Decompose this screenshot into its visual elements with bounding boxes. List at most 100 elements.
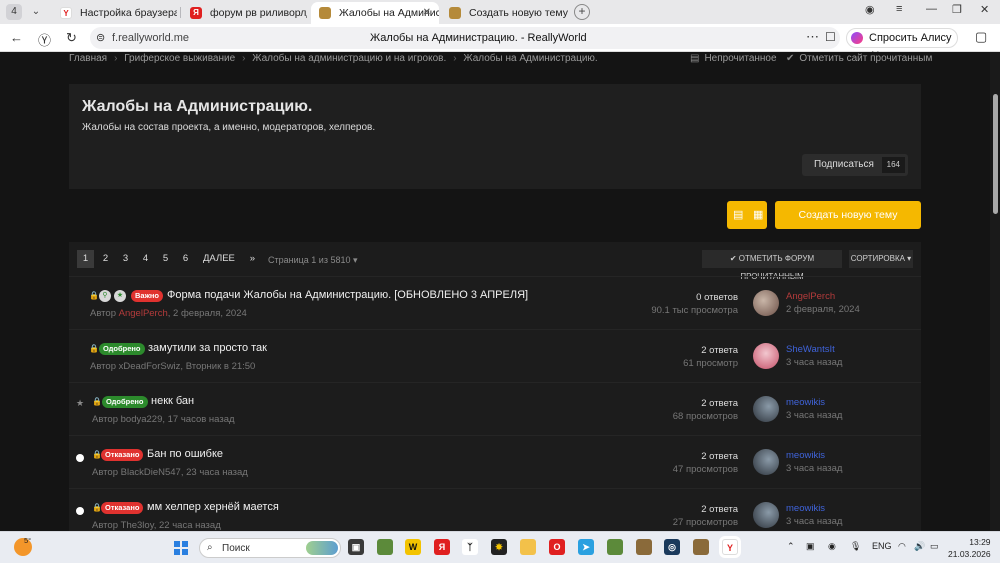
app-icon[interactable]: ✸ [491,539,507,555]
status-badge: Одобрено [102,396,148,408]
topic-title[interactable]: некк бан [151,395,194,407]
unread-link[interactable]: ▤ Непрочитанное [690,53,777,64]
sort-button[interactable]: СОРТИРОВКА ▾ [849,250,913,268]
create-topic-button[interactable]: Создать новую тему [775,201,921,229]
last-poster[interactable]: AngelPerch [786,291,835,302]
app-icon[interactable]: ᛉ [462,539,478,555]
new-tab-button[interactable]: + [574,4,590,20]
author-link[interactable]: BlackDieN547 [121,467,181,478]
app-icon[interactable]: W [405,539,421,555]
mark-forum-read-button[interactable]: ✔ ОТМЕТИТЬ ФОРУМ ПРОЧИТАННЫМ [702,250,842,281]
next-page-button[interactable]: ДАЛЕЕ [197,250,241,268]
topic-row[interactable]: ★ 🔒 Одобрено некк бан Автор bodya229, 17… [69,382,921,435]
last-page-button[interactable]: » [244,250,261,268]
last-poster[interactable]: meowikis [786,450,825,461]
opera-icon[interactable]: O [549,539,565,555]
clock[interactable]: 13:29 21.03.2026 [948,536,991,560]
page-4[interactable]: 4 [137,250,154,268]
page-1[interactable]: 1 [77,250,94,268]
topic-row[interactable]: 🔒 Отказано мм хелпер хернёй мается Автор… [69,488,921,531]
reload-icon[interactable]: ↻ [66,30,77,46]
subscribe-button[interactable]: Подписаться 164 [802,154,908,176]
last-poster[interactable]: meowikis [786,503,825,514]
page-6[interactable]: 6 [177,250,194,268]
ask-alisa-button[interactable]: Спросить Алису AI [846,28,958,62]
more-options-icon[interactable]: ⋯ [806,29,819,45]
scrollbar-thumb[interactable] [993,94,998,214]
bookmark-icon[interactable]: ☐ [825,30,836,44]
author-link[interactable]: bodya229 [121,414,163,425]
last-poster[interactable]: meowikis [786,397,825,408]
tray-app-icon[interactable]: ▣ [806,541,815,552]
avatar[interactable] [753,396,779,422]
topic-title[interactable]: мм хелпер хернёй мается [147,501,279,513]
unread-dot-icon[interactable] [76,507,84,515]
author-link[interactable]: AngelPerch [119,308,168,319]
author-link[interactable]: The3loy [121,520,154,531]
forum-header: Жалобы на Администрацию. Жалобы на соста… [69,84,921,189]
topic-row[interactable]: 🔒 Одобрено замутили за просто так Автор … [69,329,921,382]
minecraft-icon[interactable] [607,539,623,555]
topic-title[interactable]: Форма подачи Жалобы на Администрацию. [О… [167,289,528,301]
app-icon[interactable] [636,539,652,555]
topic-row[interactable]: 🔒 ⚲ ★ Важно Форма подачи Жалобы на Админ… [69,276,921,329]
last-poster[interactable]: SheWantsIt [786,344,835,355]
volume-icon[interactable]: 🔊 [914,541,925,552]
microphone-icon[interactable]: 🎙 [850,541,861,552]
tab-yandex-search[interactable]: Я форум рв риливорлд — Я [182,2,307,24]
avatar[interactable] [753,449,779,475]
topic-title[interactable]: Бан по ошибке [147,448,223,460]
breadcrumb-current[interactable]: Жалобы на Администрацию. [463,53,597,64]
task-view-icon[interactable]: ▣ [348,539,364,555]
language-indicator[interactable]: ENG [872,541,892,551]
sidebar-icon[interactable]: ▢ [975,29,987,45]
page-5[interactable]: 5 [157,250,174,268]
restore-icon[interactable]: ❐ [952,3,962,16]
yandex-profile-icon[interactable]: Ⓨ [38,30,51,49]
file-explorer-icon[interactable] [520,539,536,555]
tab-create-topic[interactable]: Создать новую тему - Rea [441,2,569,24]
page-2[interactable]: 2 [97,250,114,268]
avatar[interactable] [753,290,779,316]
site-info-icon[interactable]: ⊜ [96,31,105,44]
back-arrow-icon[interactable]: ← [10,30,23,45]
table-view-icon[interactable]: ▦ [753,208,763,221]
breadcrumb-home[interactable]: Главная [69,53,107,64]
chevron-right-icon: › [242,53,246,64]
yandex-icon[interactable]: Я [434,539,450,555]
profile-icon[interactable]: ◉ [865,3,875,16]
yandex-browser-icon[interactable]: Y [722,539,738,555]
chevron-down-icon[interactable]: ⌄ [28,4,44,20]
tray-app-icon[interactable]: ◉ [828,541,836,552]
tab-complaints-active[interactable]: Жалобы на Администра ✕ [311,2,439,24]
close-icon[interactable]: ✕ [423,7,431,18]
author-link[interactable]: xDeadForSwiz [119,361,181,372]
mark-site-read-link[interactable]: ✔ Отметить сайт прочитанным [786,53,932,64]
close-window-icon[interactable]: ✕ [980,3,989,16]
chevron-up-icon[interactable]: ⌃ [787,541,795,552]
breadcrumb-complaints[interactable]: Жалобы на администрацию и на игроков. [252,53,446,64]
unread-dot-icon[interactable] [76,454,84,462]
list-view-icon[interactable]: ▤ [733,208,743,221]
avatar[interactable] [753,502,779,528]
page-3[interactable]: 3 [117,250,134,268]
battery-icon[interactable]: ▭ [930,541,939,552]
wifi-icon[interactable]: ◠ [898,541,906,552]
windows-start-icon[interactable] [174,541,188,555]
bookmarks-icon[interactable]: ≡ [896,3,902,15]
minecraft-icon[interactable] [377,539,393,555]
tab-counter[interactable]: 4 [6,4,22,20]
minimize-icon[interactable]: — [926,3,937,15]
page-info-dropdown[interactable]: Страница 1 из 5810 ▾ [268,255,358,266]
tab-browser-settings[interactable]: Y Настройка браузера [52,2,177,24]
breadcrumb-griefer[interactable]: Гриферское выживание [124,53,235,64]
steam-icon[interactable]: ◎ [664,539,680,555]
app-icon[interactable] [693,539,709,555]
telegram-icon[interactable]: ➤ [578,539,594,555]
topic-row[interactable]: 🔒 Отказано Бан по ошибке Автор BlackDieN… [69,435,921,488]
star-icon[interactable]: ★ [76,398,84,409]
taskbar-search[interactable]: ⌕ Поиск [199,538,341,558]
avatar[interactable] [753,343,779,369]
topic-title[interactable]: замутили за просто так [148,342,267,354]
page-scrollbar[interactable] [990,52,1000,531]
